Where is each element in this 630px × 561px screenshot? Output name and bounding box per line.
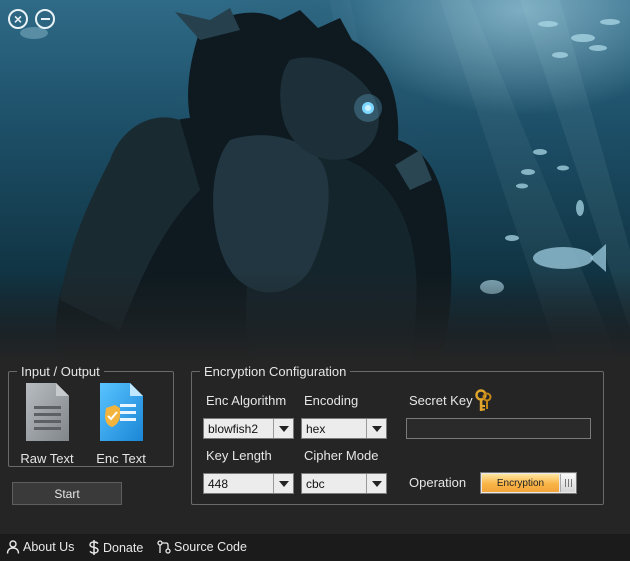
close-icon: ×	[13, 11, 23, 27]
cipher-mode-select[interactable]: cbc	[301, 473, 387, 494]
donate-link[interactable]: Donate	[88, 540, 143, 555]
input-output-title: Input / Output	[17, 364, 104, 379]
encryption-config-group: Encryption Configuration Enc Algorithm E…	[191, 364, 604, 505]
enc-algorithm-value: blowfish2	[208, 422, 259, 436]
enc-text-label: Enc Text	[96, 451, 146, 466]
encrypted-file-icon	[96, 382, 146, 442]
chevron-down-icon	[366, 419, 386, 438]
start-button[interactable]: Start	[12, 482, 122, 505]
close-button[interactable]: ×	[8, 9, 28, 29]
enc-algorithm-label: Enc Algorithm	[206, 393, 287, 408]
text-file-icon	[22, 382, 72, 442]
user-icon	[6, 540, 20, 554]
source-code-link[interactable]: Source Code	[157, 540, 247, 554]
operation-value: Encryption	[482, 474, 559, 492]
operation-label: Operation	[409, 475, 467, 490]
toggle-knob[interactable]	[560, 474, 575, 492]
raw-text-label: Raw Text	[20, 451, 74, 466]
enc-algorithm-select[interactable]: blowfish2	[203, 418, 294, 439]
key-length-select[interactable]: 448	[203, 473, 294, 494]
chevron-down-icon	[366, 474, 386, 493]
dollar-icon	[89, 540, 99, 555]
about-us-label: About Us	[23, 540, 75, 554]
key-length-value: 448	[208, 477, 229, 491]
keys-icon	[475, 389, 493, 418]
minimize-button[interactable]	[35, 9, 55, 29]
secret-key-label: Secret Key	[409, 393, 473, 408]
hero-image: ×	[0, 0, 630, 362]
encoding-value: hex	[306, 422, 326, 436]
key-length-label: Key Length	[206, 448, 272, 463]
chevron-down-icon	[273, 474, 293, 493]
cipher-mode-label: Cipher Mode	[304, 448, 379, 463]
secret-key-input[interactable]	[406, 418, 591, 439]
about-us-link[interactable]: About Us	[6, 540, 74, 554]
encryption-config-title: Encryption Configuration	[200, 364, 351, 379]
app-window: × Input / Output Raw Text Enc Text Start…	[0, 0, 630, 561]
raw-text-button[interactable]: Raw Text	[12, 382, 82, 466]
operation-toggle[interactable]: Encryption	[480, 472, 577, 494]
cipher-mode-value: cbc	[306, 477, 325, 491]
input-output-group: Input / Output Raw Text Enc Text	[8, 364, 174, 467]
source-code-label: Source Code	[174, 540, 247, 554]
enc-text-button[interactable]: Enc Text	[86, 382, 156, 466]
donate-label: Donate	[103, 540, 144, 555]
encoding-select[interactable]: hex	[301, 418, 387, 439]
footer-bar: About Us Donate Source Code	[0, 534, 630, 561]
encoding-label: Encoding	[304, 393, 359, 408]
hero-fade	[0, 272, 630, 362]
chevron-down-icon	[273, 419, 293, 438]
minimize-icon	[40, 18, 50, 20]
git-branch-icon	[157, 540, 171, 554]
